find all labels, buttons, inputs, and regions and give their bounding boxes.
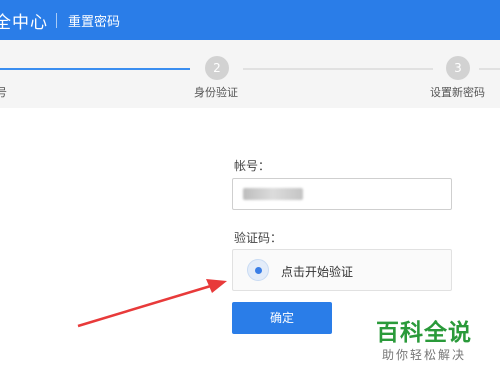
step-track-pending [479, 68, 500, 70]
arrow-head [206, 279, 227, 293]
captcha-verify-box[interactable]: 点击开始验证 [232, 249, 452, 291]
account-label: 帐号： [234, 159, 271, 173]
step-1-label: 号 [0, 86, 7, 99]
header-subtitle: 重置密码 [68, 15, 121, 30]
verify-prompt: 点击开始验证 [281, 265, 354, 279]
page-title: 全中心 [0, 13, 48, 33]
step-3-circle: 3 [446, 56, 470, 80]
watermark-logo: 百科全说 [376, 320, 472, 346]
step-track-pending [243, 68, 433, 70]
confirm-button[interactable]: 确定 [232, 302, 332, 334]
progress-steps: 2 3 号 身份验证 设置新密码 [0, 40, 500, 108]
step-2-circle: 2 [205, 56, 229, 80]
verify-code-label: 验证码： [234, 231, 283, 245]
header-bar: 全中心 重置密码 [0, 0, 500, 40]
verify-dot-icon [247, 259, 269, 281]
step-3-label: 设置新密码 [430, 86, 485, 99]
step-track-done [0, 68, 190, 70]
arrow-shaft [77, 283, 215, 328]
account-input[interactable] [232, 178, 452, 210]
header-divider [56, 13, 57, 28]
watermark-slogan: 助你轻松解决 [382, 348, 467, 362]
step-2-label: 身份验证 [194, 86, 238, 99]
masked-account-value [243, 188, 303, 200]
